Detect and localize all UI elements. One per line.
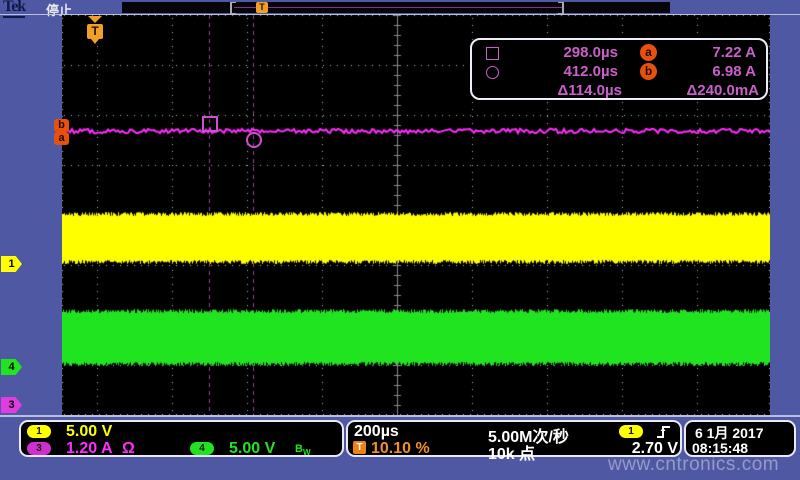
- cursor-b-line[interactable]: [248, 15, 258, 415]
- ch4-badge[interactable]: 4: [190, 442, 214, 455]
- trigger-position-percent: 10.10 %: [371, 440, 430, 458]
- ch1-badge[interactable]: 1: [27, 425, 51, 438]
- record-trigger-marker-icon: T: [256, 2, 268, 13]
- cursor-a-badge: a: [640, 44, 657, 61]
- trigger-source-badge[interactable]: 1: [619, 425, 643, 438]
- ch1-scale: 5.00 V: [66, 423, 112, 441]
- trigger-position-marker[interactable]: T: [87, 24, 103, 39]
- cursor-readout-panel: 298.0µs a 7.22 A 412.0µs b 6.98 A Δ114.0…: [470, 38, 768, 100]
- rising-edge-icon: [656, 424, 671, 439]
- horizontal-trigger-box[interactable]: 200µs 5.00M次/秒 1 T 10.10 % 10k 点 2.70 V: [346, 420, 682, 457]
- ch1-position-marker[interactable]: 1: [1, 256, 22, 272]
- bandwidth-limit-icon: BW: [295, 443, 311, 457]
- cursor-readout-row-b: 412.0µs b 6.98 A: [472, 63, 766, 81]
- cursor-readout-row-a: 298.0µs a 7.22 A: [472, 44, 766, 62]
- channel-settings-box[interactable]: 1 5.00 V 3 1.20 A Ω 4 5.00 V BW: [19, 420, 344, 457]
- cursor-b-circle-marker[interactable]: [246, 132, 262, 148]
- timebase-value: 200µs: [354, 423, 399, 441]
- trigger-position-badge: T: [353, 441, 366, 454]
- oscilloscope-screen: Tek 停止 T T b a 1 4 3 298.0µs a 7.22 A: [0, 0, 800, 480]
- trigger-position-arrow-icon: [88, 16, 102, 23]
- bottom-separator: [0, 415, 800, 417]
- cursor-a-amplitude: 7.22 A: [664, 44, 756, 61]
- delta-time: Δ114.0µs: [510, 82, 622, 99]
- ch3-coupling: Ω: [122, 440, 135, 458]
- square-cursor-icon: [486, 47, 499, 60]
- ch4-scale: 5.00 V: [229, 440, 275, 458]
- cursor-b-edge-badge[interactable]: b: [54, 119, 69, 132]
- cursor-a-time: 298.0µs: [510, 44, 618, 61]
- window-bracket-right: [558, 2, 564, 14]
- cursor-a-square-marker[interactable]: [202, 116, 218, 132]
- cursor-readout-delta-row: Δ114.0µs Δ240.0mA: [472, 82, 766, 100]
- delta-amplitude: Δ240.0mA: [657, 82, 759, 99]
- watermark: www.cntronics.com: [608, 454, 798, 476]
- circle-cursor-icon: [486, 66, 499, 79]
- cursor-b-amplitude: 6.98 A: [664, 63, 756, 80]
- cursor-a-edge-badge[interactable]: a: [54, 132, 69, 145]
- window-bracket-left: [230, 2, 236, 14]
- datetime-box[interactable]: 6 1月 2017 08:15:48: [684, 420, 796, 457]
- cursor-a-line[interactable]: [204, 15, 214, 415]
- ch4-position-marker[interactable]: 4: [1, 359, 22, 375]
- record-length: 10k 点: [488, 440, 535, 464]
- ch3-position-marker[interactable]: 3: [1, 397, 22, 413]
- trigger-position-tail-icon: [91, 39, 99, 44]
- header-bar: Tek 停止 T: [0, 0, 800, 14]
- record-window-line: [234, 7, 562, 8]
- ch3-badge[interactable]: 3: [27, 442, 51, 455]
- record-view-bar[interactable]: T: [122, 2, 670, 13]
- ch3-scale: 1.20 A: [66, 440, 113, 458]
- cursor-b-badge: b: [640, 63, 657, 80]
- tek-logo: Tek: [3, 0, 25, 18]
- cursor-b-time: 412.0µs: [510, 63, 618, 80]
